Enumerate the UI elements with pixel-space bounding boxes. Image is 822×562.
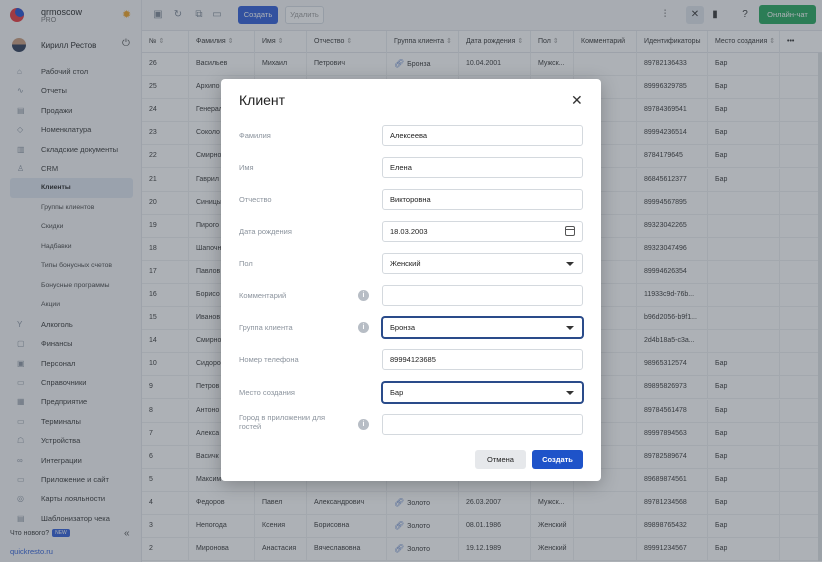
field-label: Место создания <box>239 388 295 397</box>
field-label: Комментарий <box>239 291 287 300</box>
field-value: 18.03.2003 <box>390 227 428 236</box>
select-field[interactable]: Бар <box>382 382 583 403</box>
client-modal: Клиент ✕ Фамилия Алексеева Имя Елена Отчеств… <box>221 79 601 481</box>
field-label: Отчество <box>239 195 272 204</box>
text-field[interactable]: Елена <box>382 157 583 178</box>
field-value: Бар <box>390 388 404 397</box>
field-value: Елена <box>390 163 412 172</box>
field-label: Имя <box>239 163 254 172</box>
field-label: Пол <box>239 259 253 268</box>
text-field[interactable]: 89994123685 <box>382 349 583 370</box>
chevron-down-icon <box>566 262 574 266</box>
field-value: Бронза <box>390 323 416 332</box>
text-field[interactable] <box>382 414 583 435</box>
text-field[interactable]: Алексеева <box>382 125 583 146</box>
info-icon[interactable]: i <box>358 322 369 333</box>
date-field[interactable]: 18.03.2003 <box>382 221 583 242</box>
text-field[interactable] <box>382 285 583 306</box>
field-label: Группа клиента <box>239 323 293 332</box>
calendar-icon[interactable] <box>565 226 575 236</box>
field-value: Викторовна <box>390 195 431 204</box>
field-value: Женский <box>390 259 421 268</box>
field-label: Город в приложении для гостей <box>239 413 326 431</box>
info-icon[interactable]: i <box>358 419 369 430</box>
field-label: Фамилия <box>239 131 271 140</box>
field-label: Номер телефона <box>239 355 299 364</box>
chevron-down-icon <box>566 326 574 330</box>
field-value: 89994123685 <box>390 355 436 364</box>
field-value: Алексеева <box>390 131 428 140</box>
text-field[interactable]: Викторовна <box>382 189 583 210</box>
select-field[interactable]: Бронза <box>382 317 583 338</box>
cancel-button[interactable]: Отмена <box>475 450 526 469</box>
submit-button[interactable]: Создать <box>532 450 583 469</box>
select-field[interactable]: Женский <box>382 253 583 274</box>
modal-title: Клиент <box>239 92 286 108</box>
chevron-down-icon <box>566 391 574 395</box>
close-icon[interactable]: ✕ <box>571 93 583 107</box>
info-icon[interactable]: i <box>358 290 369 301</box>
field-label: Дата рождения <box>239 227 292 236</box>
